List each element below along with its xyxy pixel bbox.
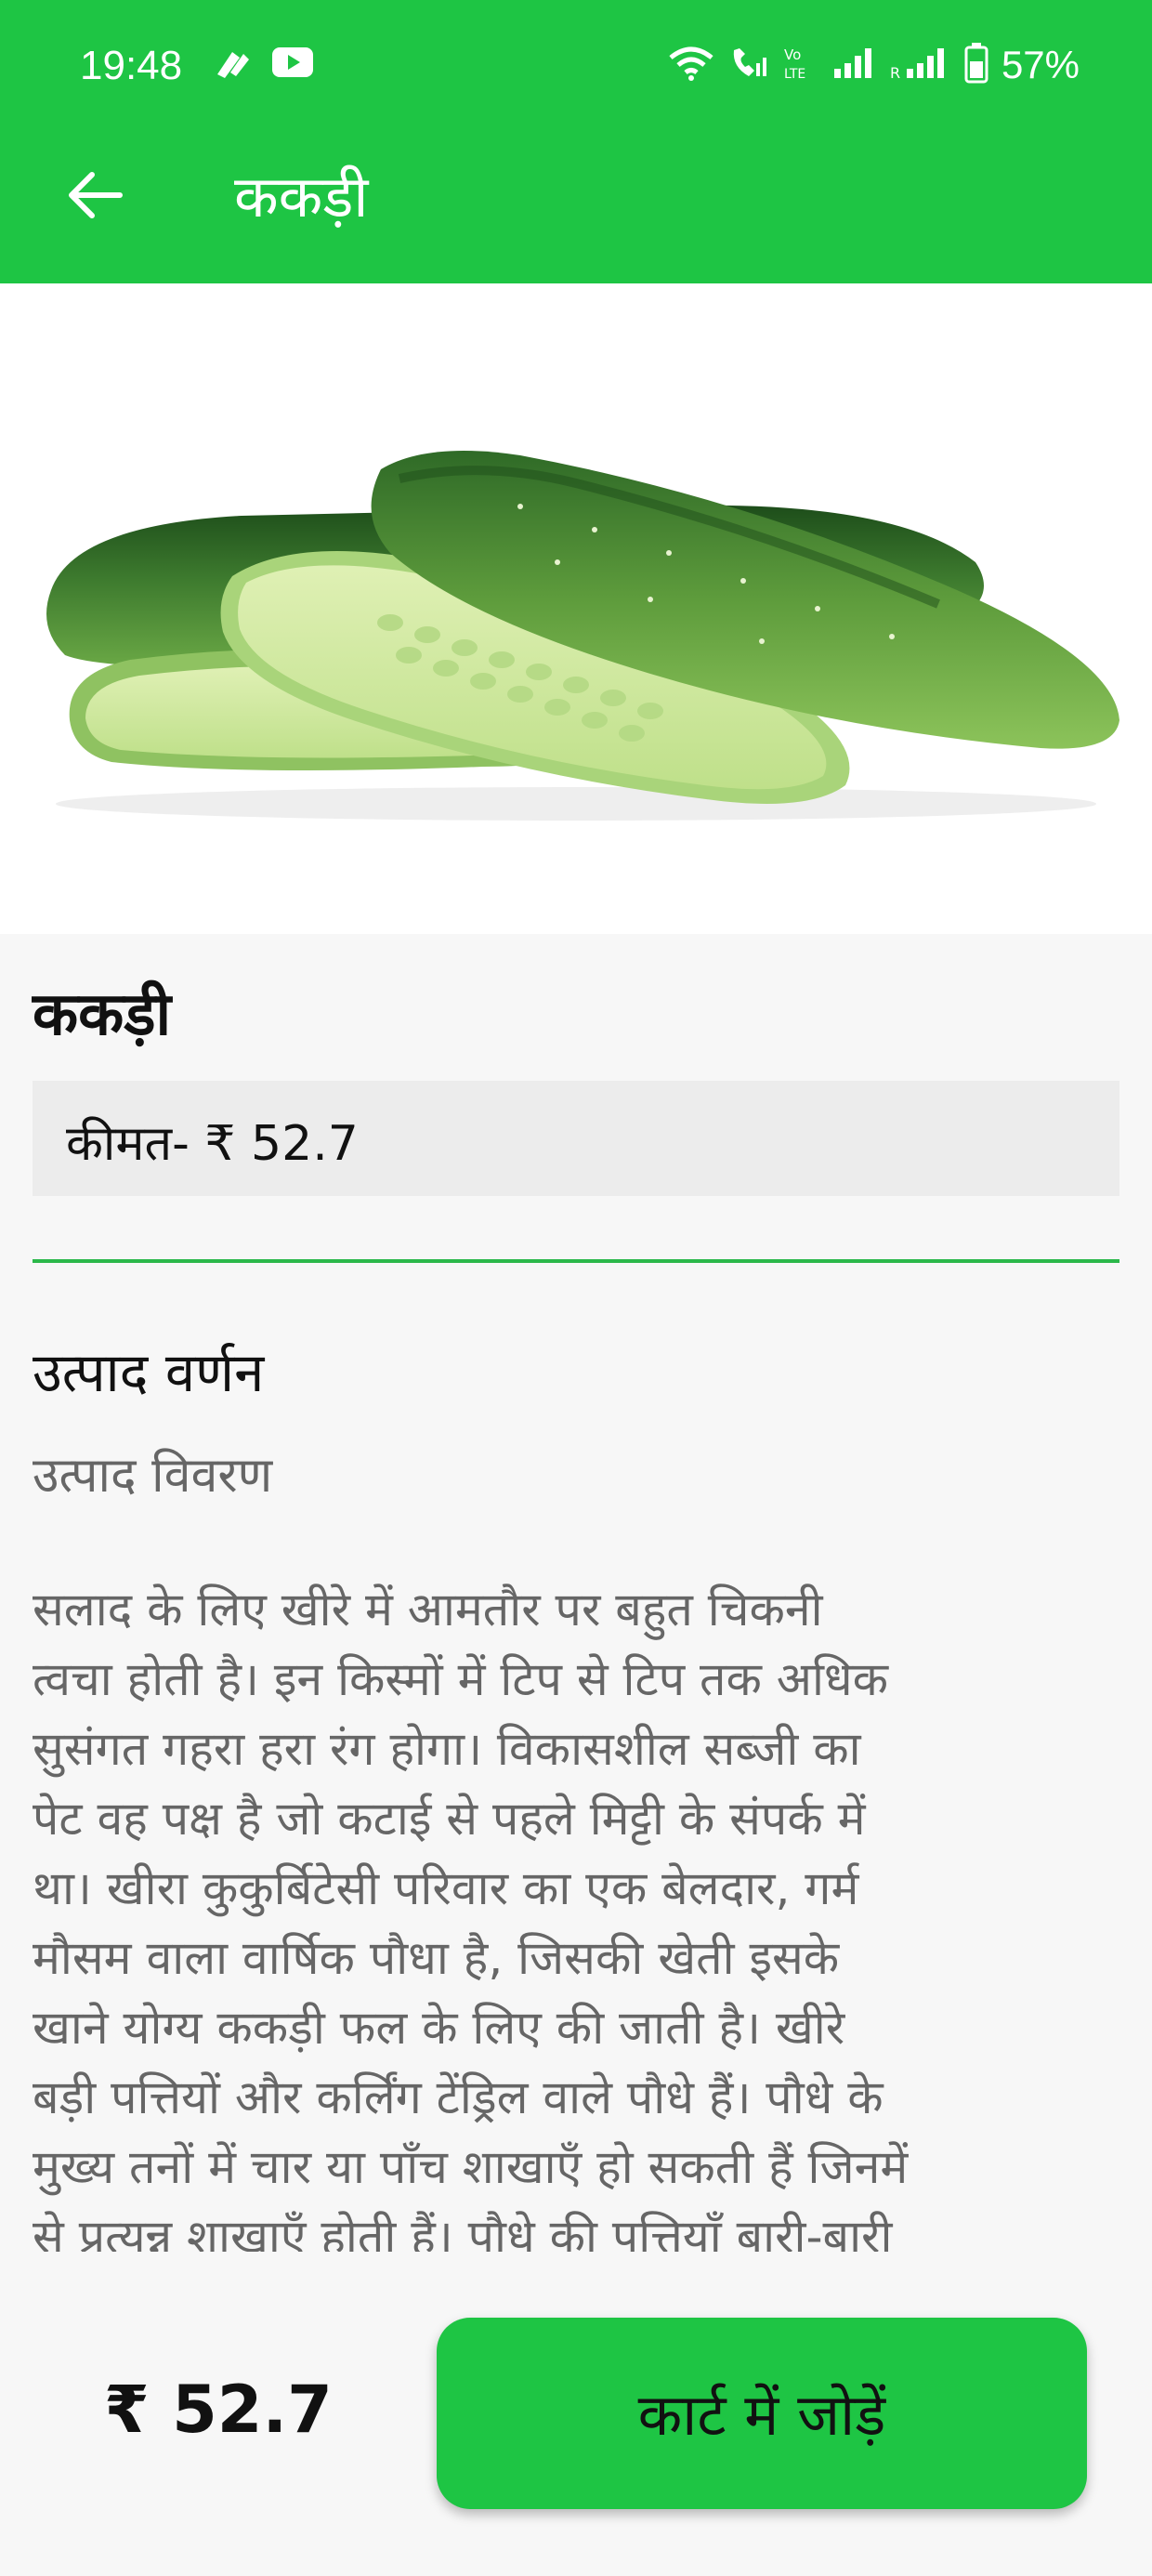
- arrow-left-icon: [69, 172, 123, 218]
- app-bar: 19:48 Vo LTE R 57% ककड़ी: [0, 0, 1152, 283]
- description-title: उत्पाद वर्णन: [33, 1341, 265, 1404]
- battery-icon: [964, 43, 988, 87]
- description-subtitle: उत्पाद विवरण: [33, 1448, 273, 1504]
- description-text[interactable]: सलाद के लिए खीरे में आमतौर पर बहुत चिकनी…: [33, 1575, 1119, 2252]
- volte-icon: Vo LTE: [782, 45, 819, 85]
- divider: [33, 1259, 1119, 1263]
- cucumber-image: [46, 451, 1119, 821]
- signal-icon: [832, 46, 877, 84]
- wifi-call-icon: [728, 45, 769, 85]
- wifi-icon: [667, 45, 715, 85]
- status-bar: 19:48 Vo LTE R 57%: [0, 0, 1152, 139]
- signal-roaming-icon: R: [890, 46, 951, 84]
- product-name: ककड़ी: [33, 980, 172, 1049]
- bottom-price: ₹ 52.7: [104, 2372, 333, 2448]
- back-button[interactable]: [54, 160, 134, 230]
- youtube-icon: [271, 46, 314, 84]
- svg-text:LTE: LTE: [784, 67, 805, 82]
- battery-percent: 57%: [1001, 43, 1080, 86]
- status-time: 19:48: [80, 43, 183, 88]
- add-to-cart-button[interactable]: कार्ट में जोड़ें: [437, 2318, 1087, 2509]
- status-right-icons: Vo LTE R 57%: [667, 43, 1080, 87]
- svg-text:R: R: [890, 64, 900, 80]
- price-label: कीमत- ₹ 52.7: [66, 1116, 359, 1172]
- svg-text:Vo: Vo: [784, 46, 801, 63]
- status-left-icons: [212, 46, 314, 84]
- notification-icon: [212, 46, 251, 84]
- price-box: कीमत- ₹ 52.7: [33, 1081, 1119, 1196]
- product-image-area: [0, 283, 1152, 934]
- page-title: ककड़ी: [234, 165, 369, 230]
